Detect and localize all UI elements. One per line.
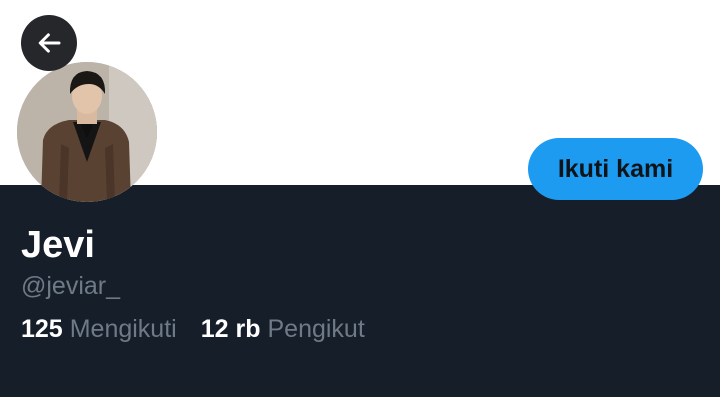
user-handle: @jeviar_ bbox=[21, 272, 121, 300]
followers-stat[interactable]: 12 rb Pengikut bbox=[201, 314, 365, 344]
following-stat[interactable]: 125 Mengikuti bbox=[21, 314, 177, 344]
follow-button[interactable]: Ikuti kami bbox=[528, 138, 703, 200]
avatar-photo bbox=[17, 62, 157, 202]
followers-label: Pengikut bbox=[267, 315, 365, 343]
arrow-left-icon bbox=[38, 33, 61, 53]
avatar[interactable] bbox=[17, 62, 157, 202]
display-name: Jevi bbox=[21, 224, 95, 266]
back-button[interactable] bbox=[21, 15, 77, 71]
followers-count: 12 rb bbox=[200, 315, 261, 343]
profile-stats: 125 Mengikuti 12 rb Pengikut bbox=[21, 314, 365, 344]
following-label: Mengikuti bbox=[69, 315, 177, 343]
following-count: 125 bbox=[21, 315, 63, 343]
